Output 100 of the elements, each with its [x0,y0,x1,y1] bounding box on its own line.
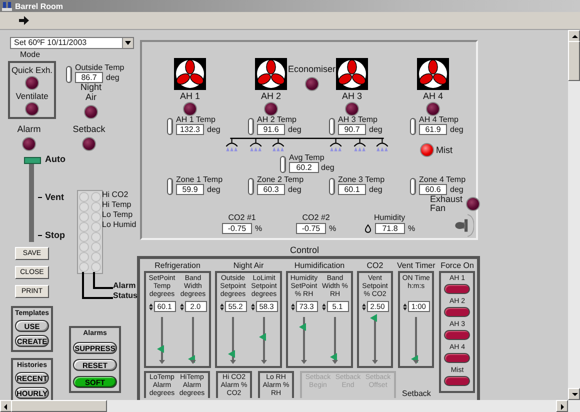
unit-label: % [255,224,262,233]
value-field: 60.6 [419,184,447,195]
scroll-down-button[interactable] [568,388,580,400]
value-field: 90.7 [338,124,366,135]
spin-arrows-icon [148,302,152,310]
slider-handle[interactable] [157,345,164,353]
slider-handle[interactable] [411,355,418,363]
force-on-button[interactable] [444,307,470,317]
switch-position-label[interactable]: Vent [38,192,64,202]
spin-arrows-icon [362,302,366,310]
reading-label: AH 4 Temp [419,115,458,124]
slider-handle[interactable] [188,355,195,363]
value-field: 132.3 [176,124,204,135]
spin-arrows-icon [220,302,224,310]
scroll-thumb[interactable] [11,400,107,412]
value-field: 91.6 [257,124,285,135]
status-label: Alarm [17,124,41,134]
reading-label: Zone 2 Temp [257,175,304,184]
value-field: 71.8 [375,223,405,234]
vertical-scrollbar[interactable] [568,30,580,400]
unit-label: deg [369,125,382,134]
reading-label: Outside Temp [75,63,124,72]
thermometer-icon [167,118,173,135]
reading-label: Avg Temp [289,153,324,162]
thermometer-icon [66,66,72,83]
scroll-up-button[interactable] [568,30,580,42]
reading-label: Zone 3 Temp [338,175,385,184]
force-on-button[interactable] [444,284,470,294]
slider-handle[interactable] [299,322,306,330]
reading-label: CO2 #2 [302,213,330,222]
horizontal-scrollbar[interactable] [0,400,580,412]
unit-name: AH 1 [180,91,200,101]
unit-label: deg [450,125,464,134]
value-field: 60.3 [257,184,285,195]
slider-handle[interactable] [370,314,377,322]
schedule-dropdown[interactable]: Set 60ºF 10/11/2003 [10,37,134,49]
reading-label: Zone 1 Temp [176,175,223,184]
unit-label: % [329,224,336,233]
spin-arrows-icon [180,302,184,310]
slider-handle[interactable] [330,352,337,360]
window-title: Barrel Room [15,2,64,10]
unit-label: deg [207,185,220,194]
mode-label: Ventilate [16,90,48,100]
value-field: -0.75 [296,223,326,234]
group-title: Humidification [294,261,345,270]
value-field: 60.2 [289,162,319,173]
caret-icon [122,38,133,48]
unit-label: deg [450,185,464,194]
force-on-button[interactable] [444,330,470,340]
value-field: 86.7 [75,72,103,83]
mode-label: Quick Exh. [11,64,53,74]
scroll-thumb[interactable] [568,41,580,81]
slider-handle[interactable] [228,350,235,358]
force-on-button[interactable] [444,353,470,363]
alarm-label: Hi CO2 [102,190,130,199]
fan-icon [336,58,368,90]
unit-label: deg [207,125,220,134]
switch-handle[interactable] [24,157,41,164]
fan-icon [417,58,449,90]
alarm-label: Hi Temp [102,200,132,209]
exhaust-fan-label: Exhaust Fan [430,195,462,213]
unit-name: AH 3 [342,91,362,101]
unit-label: % [408,224,416,233]
unit-name: AH 2 [260,91,281,101]
force-on-button[interactable] [444,376,470,386]
scroll-left-button[interactable] [0,400,12,412]
group-title: Refrigeration [154,261,200,270]
value-field: 60.1 [338,184,366,195]
arrow-icon [18,16,30,25]
thermometer-icon [329,178,335,195]
thermometer-icon [248,178,254,195]
mist-label: Mist [436,145,452,155]
slider-handle[interactable] [259,332,266,340]
reading-label: CO2 #1 [228,213,256,222]
fan-icon [174,58,206,90]
switch-position-label[interactable]: Stop [38,230,65,240]
group-title: CO2 [366,261,384,270]
reading-label: AH 2 Temp [257,115,296,124]
group-title: Force On [440,261,474,270]
reading-label: AH 3 Temp [338,115,378,124]
unit-label: deg [288,185,302,194]
value-field: -0.75 [222,223,252,234]
spin-arrows-icon [250,302,254,310]
unit-label: deg [288,125,302,134]
thermometer-icon [410,178,416,195]
legend-label: Alarm [113,281,136,290]
thermometer-icon [410,118,416,135]
thermometer-icon [167,178,173,195]
switch-position-label[interactable]: Auto [42,154,66,164]
drop-icon [364,224,372,233]
thermometer-icon [329,118,335,135]
scroll-right-button[interactable] [556,400,568,412]
group-title: Night Air [233,261,264,270]
alarm-label: Lo Temp [102,210,134,219]
status-label: Setback [72,124,106,134]
spin-arrows-icon [322,302,326,310]
status-label: Night Air [79,82,102,102]
reading-label: Humidity [374,213,406,222]
economiser-label: Economiser [288,64,336,74]
value-field: 59.9 [176,184,204,195]
